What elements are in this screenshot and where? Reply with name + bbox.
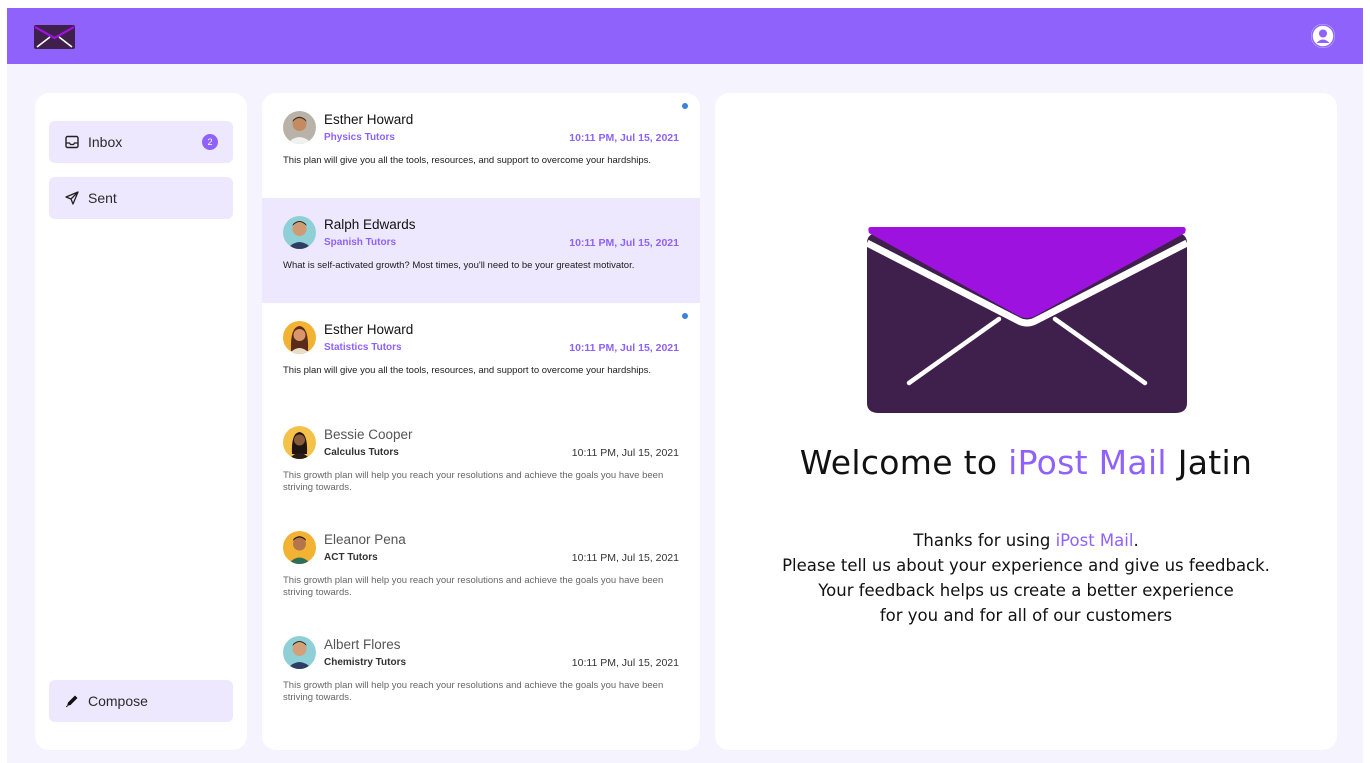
mail-item[interactable]: Bessie Cooper Calculus Tutors 10:11 PM, … <box>262 408 700 513</box>
feedback-line: Your feedback helps us create a better e… <box>818 581 1234 600</box>
sender-name: Esther Howard <box>324 322 414 337</box>
sender-name: Albert Flores <box>324 637 401 652</box>
sidebar-item-label: Sent <box>88 190 117 206</box>
top-bar <box>7 8 1363 64</box>
mail-time: 10:11 PM, Jul 15, 2021 <box>569 237 679 249</box>
mail-subject: Spanish Tutors <box>324 237 397 248</box>
welcome-panel: Welcome to iPost Mail Jatin Thanks for u… <box>715 93 1337 750</box>
welcome-message: Thanks for using iPost Mail. Please tell… <box>715 528 1337 628</box>
mail-subject: Physics Tutors <box>324 132 395 143</box>
feedback-line: Please tell us about your experience and… <box>782 556 1270 575</box>
mail-time: 10:11 PM, Jul 15, 2021 <box>571 552 679 564</box>
compose-label: Compose <box>88 693 148 709</box>
sender-name: Eleanor Pena <box>324 532 406 547</box>
envelope-icon[interactable] <box>34 25 75 49</box>
sender-name: Bessie Cooper <box>324 427 413 442</box>
mail-preview: What is self-activated growth? Most time… <box>283 260 635 271</box>
send-plane-icon <box>65 191 79 205</box>
welcome-brand: iPost Mail <box>1008 443 1167 482</box>
sidebar-item-label: Inbox <box>88 134 123 150</box>
mail-preview: This growth plan will help you reach you… <box>283 680 664 703</box>
mail-time: 10:11 PM, Jul 15, 2021 <box>569 132 679 144</box>
mail-subject: ACT Tutors <box>324 552 378 563</box>
unread-dot <box>682 313 688 319</box>
sidebar-item-inbox[interactable]: Inbox 2 <box>49 121 233 163</box>
thanks-line: Thanks for using iPost Mail. <box>715 528 1337 553</box>
avatar <box>283 426 316 459</box>
mail-item[interactable]: Ralph Edwards Spanish Tutors 10:11 PM, J… <box>262 198 700 303</box>
mail-time: 10:11 PM, Jul 15, 2021 <box>571 447 679 459</box>
mail-preview: This growth plan will help you reach you… <box>283 470 664 493</box>
inbox-tray-icon <box>65 135 79 149</box>
avatar <box>283 111 316 144</box>
mail-list: Esther Howard Physics Tutors 10:11 PM, J… <box>262 93 700 750</box>
welcome-heading: Welcome to iPost Mail Jatin <box>715 443 1337 482</box>
envelope-illustration-icon <box>865 227 1189 413</box>
thanks-prefix: Thanks for using <box>913 531 1056 550</box>
mail-preview: This plan will give you all the tools, r… <box>283 365 652 376</box>
user-avatar-icon[interactable] <box>1311 24 1335 48</box>
mail-preview: This plan will give you all the tools, r… <box>283 155 652 166</box>
avatar <box>283 216 316 249</box>
mail-time: 10:11 PM, Jul 15, 2021 <box>571 657 679 669</box>
welcome-prefix: Welcome to <box>799 443 1009 482</box>
mail-subject: Calculus Tutors <box>324 447 399 458</box>
mail-item[interactable]: Esther Howard Statistics Tutors 10:11 PM… <box>262 303 700 408</box>
mail-item[interactable]: Esther Howard Physics Tutors 10:11 PM, J… <box>262 93 700 198</box>
avatar <box>283 321 316 354</box>
feedback-line: for you and for all of our customers <box>879 606 1173 625</box>
sidebar-item-sent[interactable]: Sent <box>49 177 233 219</box>
mail-subject: Statistics Tutors <box>324 342 402 353</box>
avatar <box>283 636 316 669</box>
mail-preview: This growth plan will help you reach you… <box>283 575 664 598</box>
mail-item[interactable]: Eleanor Pena ACT Tutors 10:11 PM, Jul 15… <box>262 513 700 618</box>
thanks-suffix: . <box>1133 531 1139 550</box>
thanks-brand: iPost Mail <box>1055 531 1134 550</box>
mail-time: 10:11 PM, Jul 15, 2021 <box>569 342 679 354</box>
unread-dot <box>682 103 688 109</box>
mail-subject: Chemistry Tutors <box>324 657 407 668</box>
avatar <box>283 531 316 564</box>
unread-count-badge: 2 <box>202 134 218 150</box>
pencil-icon <box>65 694 79 708</box>
mail-item[interactable]: Albert Flores Chemistry Tutors 10:11 PM,… <box>262 618 700 723</box>
compose-button[interactable]: Compose <box>49 680 233 722</box>
sender-name: Ralph Edwards <box>324 217 416 232</box>
app-frame: Inbox 2 Sent Compose Esther Howard Physi… <box>7 8 1363 763</box>
sender-name: Esther Howard <box>324 112 414 127</box>
welcome-user: Jatin <box>1166 443 1253 482</box>
sidebar: Inbox 2 Sent Compose <box>35 93 247 750</box>
